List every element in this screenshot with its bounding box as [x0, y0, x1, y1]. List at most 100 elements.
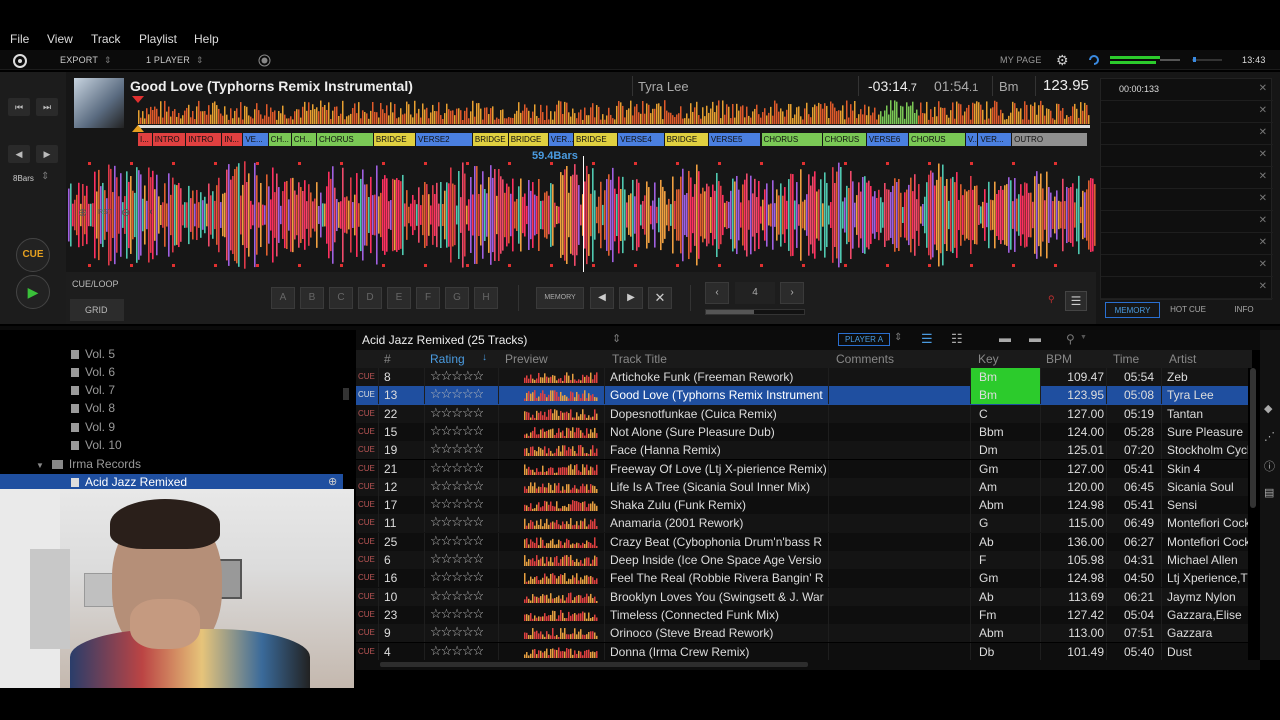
sub-browser-icon[interactable]: ▬ — [1029, 331, 1041, 345]
preview-waveform[interactable] — [524, 463, 598, 475]
memory-cue-row[interactable]: ✕ — [1101, 101, 1273, 123]
folder-collapse-icon[interactable]: ▼ — [36, 461, 44, 470]
memory-cue-row[interactable]: ✕ — [1101, 167, 1273, 189]
memory-delete-icon[interactable]: ✕ — [648, 287, 672, 309]
tag-icon[interactable]: ◆ — [1264, 402, 1272, 415]
memory-cue-row[interactable]: ✕ — [1101, 145, 1273, 167]
detail-view-icon[interactable]: ☷ — [951, 331, 963, 347]
search-options-icon[interactable]: ▼ — [1080, 334, 1087, 341]
rating-stars[interactable]: ☆☆☆☆☆ — [430, 386, 483, 402]
column-artist[interactable]: Artist — [1169, 352, 1196, 366]
preview-waveform[interactable] — [524, 517, 598, 530]
zoom-in-icon[interactable]: ⊕ — [78, 206, 87, 219]
beat-jump-size-chevron-icon[interactable]: ⇕ — [41, 171, 49, 182]
table-row[interactable]: CUE 16 ☆☆☆☆☆ Feel The Real (Robbie Rivera B… — [356, 569, 1248, 588]
tab-hot-cue[interactable]: HOT CUE — [1162, 302, 1214, 318]
column-time[interactable]: Time — [1113, 352, 1139, 366]
table-row[interactable]: CUE 9 ☆☆☆☆☆ Orinoco (Steve Bread Rework) Abm… — [356, 624, 1248, 643]
tree-item-vol-9[interactable]: Vol. 9 — [71, 420, 115, 434]
memory-cue-delete-icon[interactable]: ✕ — [1259, 259, 1267, 270]
memory-cue-row[interactable]: ✕ — [1101, 189, 1273, 211]
memory-cue-delete-icon[interactable]: ✕ — [1259, 105, 1267, 116]
playlist-switch-chevron-icon[interactable]: ⇕ — [612, 332, 621, 345]
tree-item-vol-5[interactable]: Vol. 5 — [71, 347, 115, 361]
next-track-icon[interactable]: ⏭ — [36, 98, 58, 116]
rating-stars[interactable]: ☆☆☆☆☆ — [430, 423, 483, 439]
master-volume-thumb[interactable] — [1193, 57, 1196, 62]
preview-waveform[interactable] — [524, 554, 598, 566]
memory-next-icon[interactable]: ▶ — [619, 287, 643, 309]
memory-cue-row[interactable]: ✕ — [1101, 255, 1273, 277]
hot-cue-c[interactable]: C — [329, 287, 353, 309]
memory-cue-delete-icon[interactable]: ✕ — [1259, 83, 1267, 94]
quantize-icon[interactable]: ⚲ — [1048, 294, 1055, 305]
info-icon[interactable]: ⓘ — [1264, 458, 1275, 474]
play-button[interactable]: ▶ — [16, 275, 50, 309]
cue-loop-label[interactable]: CUE/LOOP — [72, 279, 119, 289]
tab-memory[interactable]: MEMORY — [1105, 302, 1160, 318]
table-row[interactable]: CUE 13 ☆☆☆☆☆ Good Love (Typhorns Remix Inst… — [356, 386, 1248, 405]
table-row[interactable]: CUE 19 ☆☆☆☆☆ Face (Hanna Remix) Dm 125.01 07:2… — [356, 441, 1248, 460]
export-mode-chevron-icon[interactable]: ⇕ — [104, 55, 112, 66]
track-list-scrollbar[interactable] — [1250, 368, 1256, 508]
table-row[interactable]: CUE 25 ☆☆☆☆☆ Crazy Beat (Cybophonia Drum'n'… — [356, 532, 1248, 551]
zoom-reset-button[interactable]: RST — [98, 209, 112, 216]
tree-item-vol-6[interactable]: Vol. 6 — [71, 365, 115, 379]
main-waveform[interactable] — [68, 160, 1096, 270]
memory-cue-delete-icon[interactable]: ✕ — [1259, 171, 1267, 182]
deck-menu-icon[interactable]: ☰ — [1065, 291, 1087, 311]
record-icon[interactable] — [258, 54, 271, 67]
artwork-view-icon[interactable]: ▬ — [999, 331, 1011, 345]
memory-prev-icon[interactable]: ◀ — [590, 287, 614, 309]
list-view-icon[interactable]: ☰ — [921, 331, 933, 347]
collapse-zoom-icon[interactable]: ‹ — [149, 206, 153, 218]
table-row[interactable]: CUE 15 ☆☆☆☆☆ Not Alone (Sure Pleasure Dub) B… — [356, 422, 1248, 442]
preview-waveform[interactable] — [524, 646, 598, 658]
rating-stars[interactable]: ☆☆☆☆☆ — [430, 441, 483, 457]
table-row[interactable]: CUE 10 ☆☆☆☆☆ Brooklyn Loves You (Swingsett … — [356, 587, 1248, 606]
previous-track-icon[interactable]: ⏮ — [8, 98, 30, 116]
beat-jump-forward-icon[interactable]: ▶ — [36, 145, 58, 163]
rating-stars[interactable]: ☆☆☆☆☆ — [430, 588, 483, 604]
menu-track[interactable]: Track — [91, 32, 121, 46]
memory-cue-delete-icon[interactable]: ✕ — [1259, 215, 1267, 226]
sort-descending-icon[interactable]: ↓ — [482, 352, 487, 363]
tree-item-vol-8[interactable]: Vol. 8 — [71, 401, 115, 415]
preview-waveform[interactable] — [524, 536, 598, 548]
table-row[interactable]: CUE 8 ☆☆☆☆☆ Artichoke Funk (Freeman Rework)… — [356, 368, 1248, 387]
tree-item-acid-jazz-remixed[interactable]: Acid Jazz Remixed — [71, 475, 187, 489]
rekordbox-logo-icon[interactable] — [12, 53, 28, 69]
beat-jump-back-icon[interactable]: ◀ — [8, 145, 30, 163]
rating-stars[interactable]: ☆☆☆☆☆ — [430, 368, 483, 384]
player-mode-chevron-icon[interactable]: ⇕ — [196, 55, 204, 66]
tree-folder-irma-records[interactable]: ▼ Irma Records — [36, 457, 141, 471]
column-track-title[interactable]: Track Title — [612, 352, 667, 366]
hot-cue-e[interactable]: E — [387, 287, 411, 309]
memory-cue-delete-icon[interactable]: ✕ — [1259, 237, 1267, 248]
menu-help[interactable]: Help — [194, 32, 219, 46]
add-to-playlist-icon[interactable]: ⊕ — [328, 475, 337, 488]
preview-waveform[interactable] — [524, 481, 598, 493]
column-bpm[interactable]: BPM — [1046, 352, 1072, 366]
tree-item-vol-7[interactable]: Vol. 7 — [71, 383, 115, 397]
preview-waveform[interactable] — [524, 609, 598, 621]
loop-halve-icon[interactable]: ‹ — [705, 282, 729, 304]
rating-stars[interactable]: ☆☆☆☆☆ — [430, 496, 483, 512]
rating-stars[interactable]: ☆☆☆☆☆ — [430, 533, 483, 549]
cue-button[interactable]: CUE — [16, 238, 50, 272]
table-row[interactable]: CUE 11 ☆☆☆☆☆ Anamaria (2001 Rework) G 115.00 0… — [356, 514, 1248, 533]
hot-cue-d[interactable]: D — [358, 287, 382, 309]
menu-file[interactable]: File — [10, 32, 29, 46]
preview-waveform[interactable] — [524, 426, 598, 438]
memory-cue-delete-icon[interactable]: ✕ — [1259, 281, 1267, 292]
table-row[interactable]: CUE 12 ☆☆☆☆☆ Life Is A Tree (Sicania Soul I… — [356, 477, 1248, 497]
memory-cue-row[interactable]: ✕ — [1101, 277, 1273, 299]
memory-cue-delete-icon[interactable]: ✕ — [1259, 127, 1267, 138]
track-list-horizontal-scrollbar[interactable] — [380, 662, 808, 667]
my-page-button[interactable]: MY PAGE — [1000, 55, 1042, 65]
search-icon[interactable]: ⚲ — [1066, 332, 1075, 346]
hot-cue-b[interactable]: B — [300, 287, 324, 309]
overview-waveform[interactable] — [138, 100, 1090, 128]
settings-gear-icon[interactable]: ⚙ — [1056, 52, 1069, 69]
table-row[interactable]: CUE 21 ☆☆☆☆☆ Freeway Of Love (Ltj X-pierien… — [356, 459, 1248, 478]
